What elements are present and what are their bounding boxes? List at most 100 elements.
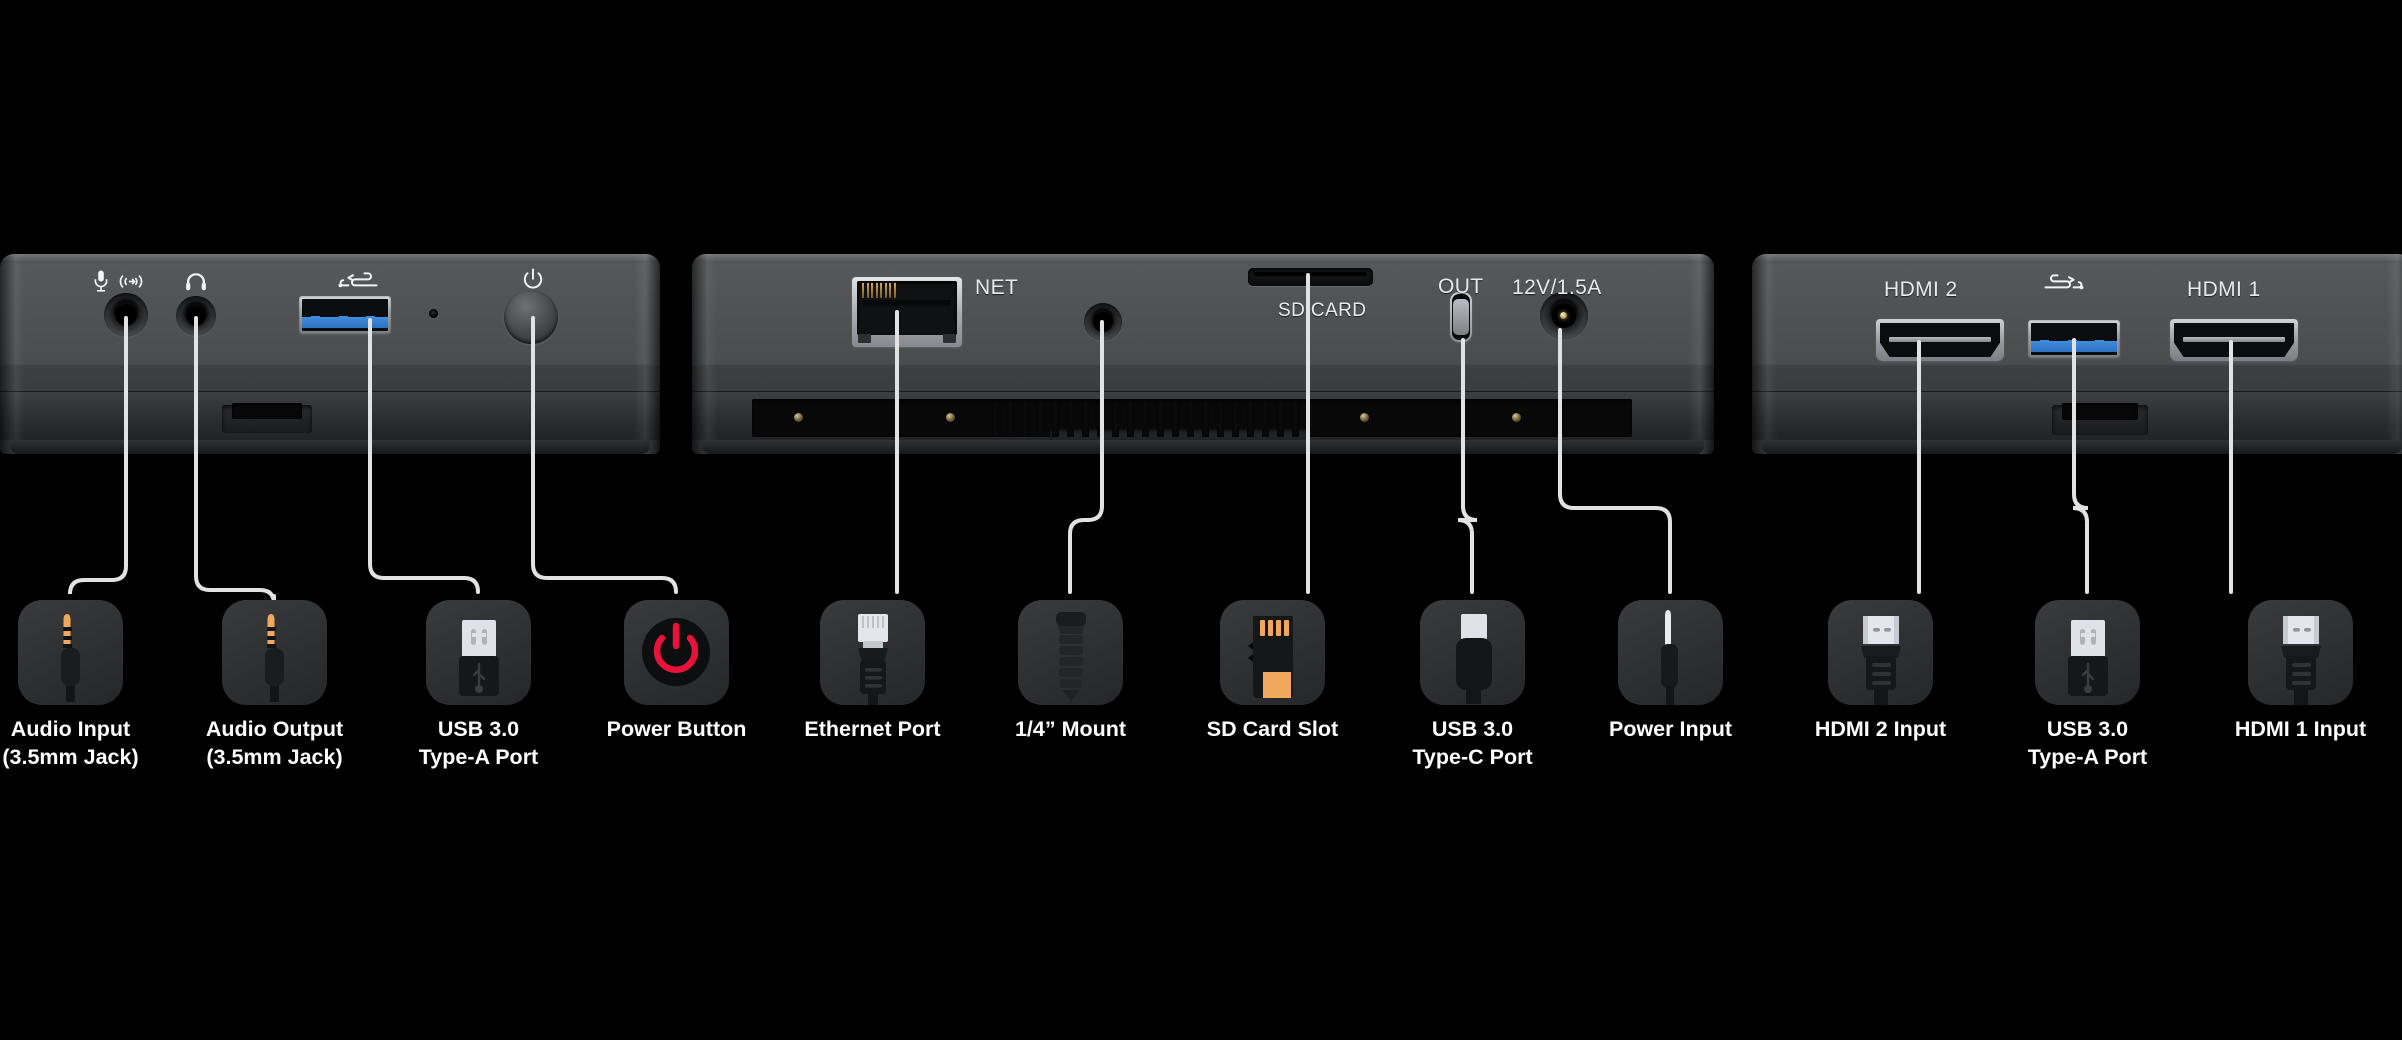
usb-type-a-port-right[interactable] — [2028, 320, 2120, 358]
panel-left-edge — [1752, 254, 1778, 454]
panel-seam — [692, 391, 1714, 393]
usb-blue-insert — [2031, 341, 2117, 352]
panel-left-edge — [0, 254, 26, 454]
legend-label-audio-input-jack: Audio Input (3.5mm Jack) — [2, 716, 138, 771]
panel-top-bevel — [1752, 254, 2402, 263]
panel-right-edge — [2386, 254, 2402, 454]
legend-label-line1: Power Input — [1608, 717, 1733, 741]
panel-foot-lip — [702, 440, 1704, 454]
power-button-port[interactable] — [504, 290, 558, 344]
case-screw — [1360, 413, 1369, 422]
legend-label-line2: Type-A Port — [2027, 744, 2148, 769]
legend-label-line2: (3.5mm Jack) — [2, 744, 139, 769]
vent-slot — [1187, 401, 1194, 437]
panel-left-edge — [692, 254, 718, 454]
legend-label-quarter-inch-mount: 1/4” Mount — [1015, 716, 1126, 744]
panel-stand-recess — [232, 403, 302, 419]
panel-bottom-plate — [692, 393, 1714, 445]
legend-label-line1: USB 3.0 — [2046, 717, 2129, 741]
legend-label-usb-30-type-a-port-left: USB 3.0 Type-A Port — [419, 716, 538, 771]
vent-slot — [1277, 401, 1284, 437]
vent-slot — [992, 401, 999, 437]
vent-slot — [1052, 401, 1059, 437]
headphone-icon — [185, 272, 207, 296]
vent-slot — [1037, 401, 1044, 437]
legend-label-line1: USB 3.0 — [1431, 717, 1514, 741]
legend-label-hdmi-1-input: HDMI 1 Input — [2235, 716, 2366, 744]
panel-foot-lip — [10, 440, 650, 454]
rj45-pins — [862, 283, 896, 298]
device-port-diagram: NET SD CARD OUT 12V/1.5A HDMI 2 HDMI 1 A… — [0, 0, 2402, 1040]
audio-jack-icon — [222, 600, 327, 705]
panel-top-bevel — [0, 254, 660, 263]
sd-card-slot-port[interactable] — [1248, 268, 1373, 286]
vent-slot — [1112, 401, 1119, 437]
hdmi-1-port[interactable] — [2170, 319, 2298, 361]
panel-seam — [1752, 391, 2402, 393]
rj45-tab-left — [858, 334, 871, 343]
legend-label-line1: HDMI 1 Input — [2234, 717, 2367, 741]
vent-slot — [1292, 401, 1299, 437]
typec-tongue — [1453, 299, 1469, 335]
audio-output-jack-port[interactable] — [176, 296, 216, 336]
legend-label-line1: Audio Input — [10, 717, 131, 741]
vent-slot — [1082, 401, 1089, 437]
vent-slot — [1007, 401, 1014, 437]
legend-label-line1: SD Card Slot — [1206, 717, 1339, 741]
sd-card-label: SD CARD — [1278, 300, 1367, 321]
legend-label-line1: HDMI 2 Input — [1814, 717, 1947, 741]
legend-label-line2: Type-A Port — [418, 744, 539, 769]
usb-type-a-port-left[interactable] — [299, 296, 391, 334]
quarter-inch-mount-port[interactable] — [1084, 303, 1122, 341]
legend-label-line2: Type-C Port — [1412, 744, 1533, 769]
vent-slot — [1022, 401, 1029, 437]
screw-bolt-icon — [1018, 600, 1123, 705]
mic-icon — [93, 270, 109, 297]
case-screw — [794, 413, 803, 422]
vent-slot — [1202, 401, 1209, 437]
vent-slot — [1247, 401, 1254, 437]
legend-label-hdmi-2-input: HDMI 2 Input — [1815, 716, 1946, 744]
usb-blue-insert — [302, 317, 388, 328]
usb-superspeed-icon — [2042, 274, 2086, 297]
audio-input-jack-port[interactable] — [104, 293, 148, 337]
usb-superspeed-icon — [336, 272, 380, 295]
legend-label-usb-30-type-a-port-right: USB 3.0 Type-A Port — [2028, 716, 2147, 771]
legend-label-power-button: Power Button — [607, 716, 747, 744]
dc-barrel-plug-icon — [1618, 600, 1723, 705]
hdmi-2-port[interactable] — [1876, 319, 2004, 361]
ethernet-rj45-port[interactable] — [852, 277, 962, 347]
audio-jack-icon — [18, 600, 123, 705]
panel-right-edge — [1688, 254, 1714, 454]
dc-center-pin — [1560, 312, 1567, 319]
vent-slot — [1127, 401, 1134, 437]
hdmi-2-label: HDMI 2 — [1884, 278, 1958, 301]
legend-label-line1: 1/4” Mount — [1014, 717, 1127, 741]
vent-slot — [1262, 401, 1269, 437]
hdmi-contact-bar — [1888, 336, 1992, 342]
reset-pinhole[interactable] — [429, 309, 438, 318]
panel-right-edge — [634, 254, 660, 454]
vent-slot — [1172, 401, 1179, 437]
usb-type-a-icon — [2035, 600, 2140, 705]
vent-grille — [992, 401, 1322, 437]
panel-bottom-plate — [1752, 393, 2402, 440]
rj45-notch — [863, 300, 951, 306]
usb-type-c-icon — [1420, 600, 1525, 705]
vent-slot — [1232, 401, 1239, 437]
vent-slot — [1307, 401, 1314, 437]
rj45-tab-right — [943, 334, 956, 343]
usb-type-c-port[interactable] — [1450, 292, 1472, 342]
legend-label-ethernet-port: Ethernet Port — [804, 716, 940, 744]
panel-bottom-plate — [0, 393, 660, 440]
hdmi-contact-bar — [2182, 336, 2286, 342]
panel-foot-lip — [1762, 440, 2402, 454]
panel-stand-recess — [2062, 403, 2138, 420]
usb-type-a-icon — [426, 600, 531, 705]
legend-label-line1: Audio Output — [205, 717, 344, 741]
legend-label-sd-card-slot: SD Card Slot — [1207, 716, 1338, 744]
legend-label-power-input: Power Input — [1609, 716, 1732, 744]
legend-label-line1: Ethernet Port — [804, 717, 941, 741]
legend-label-line1: USB 3.0 — [437, 717, 520, 741]
legend-label-line1: Power Button — [606, 717, 747, 741]
